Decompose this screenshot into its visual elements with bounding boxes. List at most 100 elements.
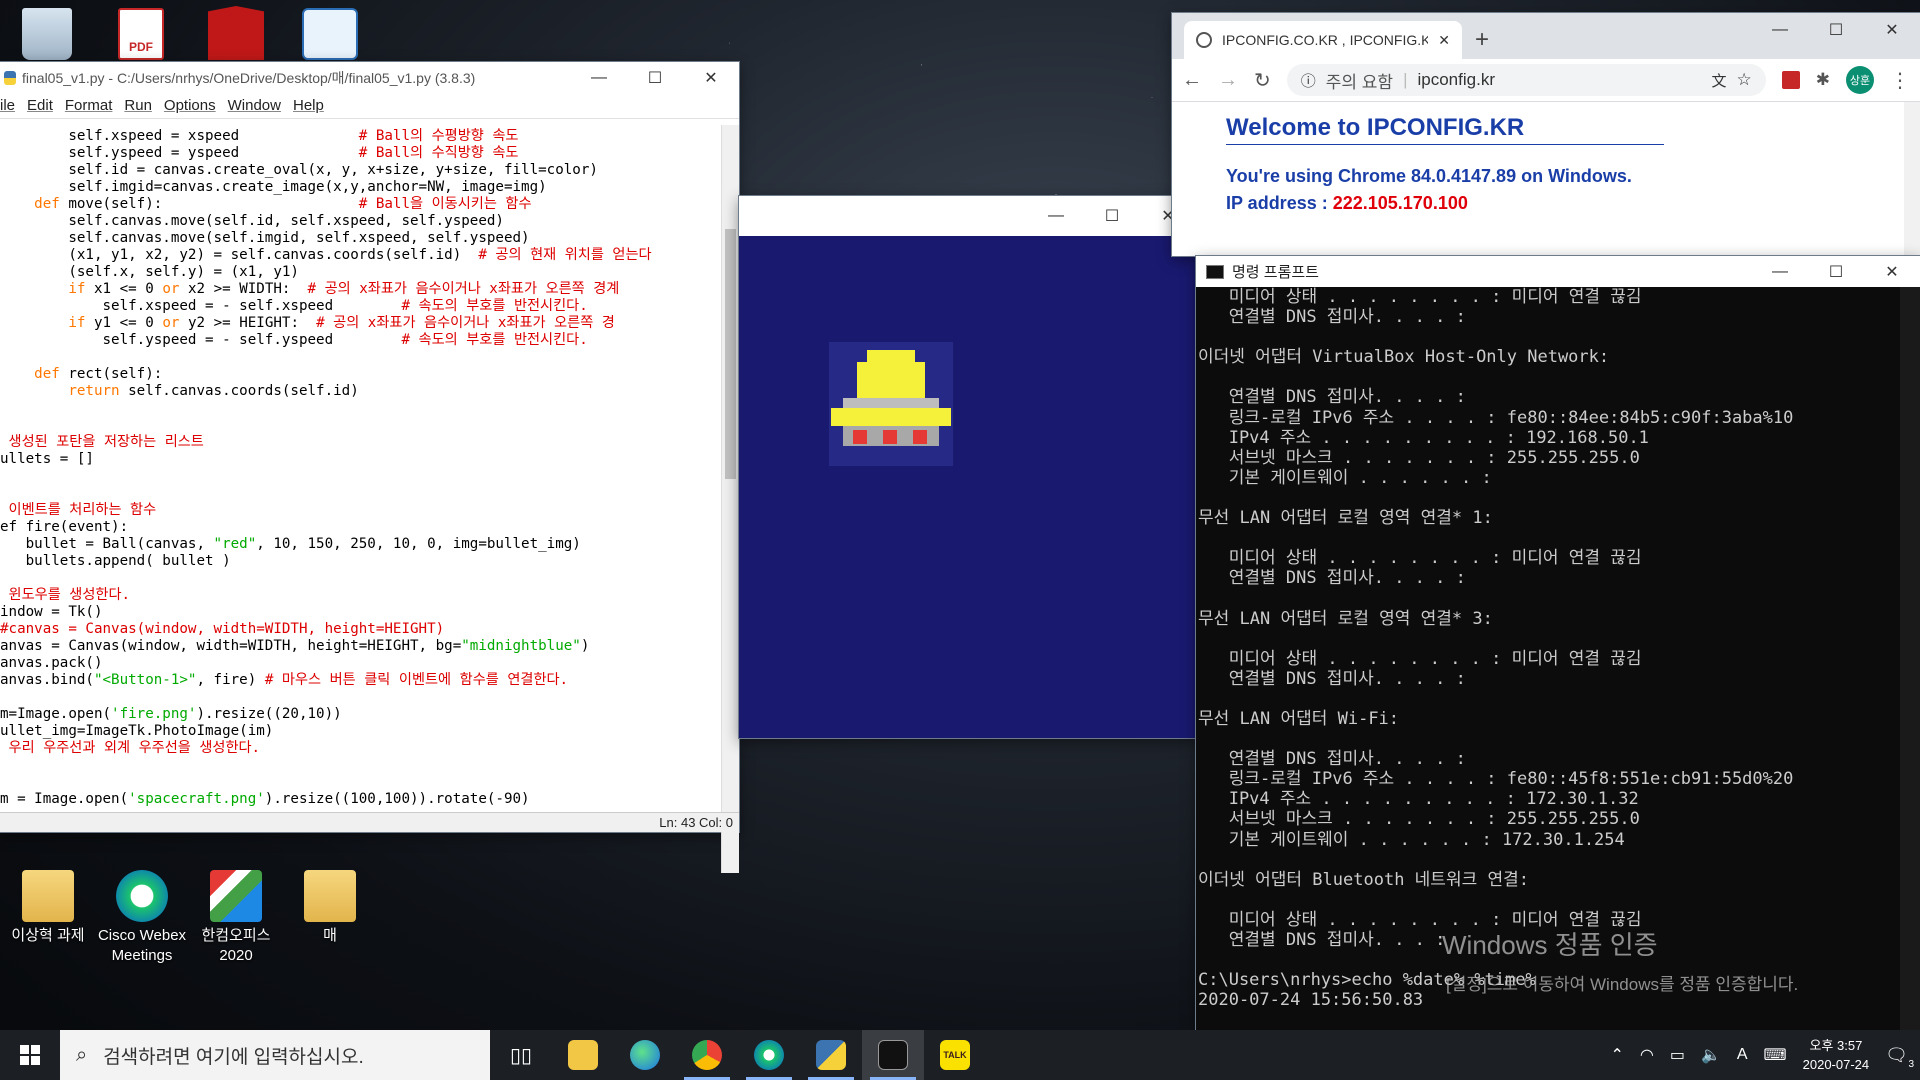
bookmark-star-icon[interactable]: ☆ [1737,70,1752,90]
clock[interactable]: 오후 3:57 2020-07-24 [1803,1036,1870,1074]
minimize-button[interactable]: — [1752,13,1808,47]
code-line: self.canvas.move(self.imgid, self.xspeed… [0,230,530,246]
code-line: self.yspeed = - self.yspeed # 속도의 부호를 반전… [0,332,588,348]
profile-avatar[interactable]: 상훈 [1846,66,1874,94]
console-output[interactable]: 미디어 상태 . . . . . . . . : 미디어 연결 끊김 연결별 D… [1196,287,1900,1030]
menu-run[interactable]: Run [124,97,152,114]
webex-taskbar-button[interactable] [738,1030,800,1080]
forward-icon[interactable]: → [1218,69,1238,92]
maximize-button[interactable]: ☐ [627,62,683,93]
reload-icon[interactable]: ↻ [1254,68,1271,93]
keyboard-icon[interactable]: ⌨ [1764,1045,1787,1065]
cmd-titlebar[interactable]: 명령 프롬프트 — ☐ ✕ [1196,256,1920,287]
scrollbar-thumb[interactable] [725,229,736,479]
battery-icon[interactable]: ▭ [1670,1045,1685,1065]
cmd-icon [878,1040,908,1070]
code-line: self.imgid=canvas.create_image(x,y,ancho… [0,179,547,195]
browser-name: Chrome 84.0.4147.89 [1337,166,1517,186]
python-icon [816,1040,846,1070]
tab-ipconfig[interactable]: IPCONFIG.CO.KR , IPCONFIG.KR ✕ [1184,21,1462,59]
tab-close-icon[interactable]: ✕ [1438,32,1450,49]
close-button[interactable]: ✕ [683,62,739,93]
minimize-button[interactable]: — [571,62,627,93]
ime-indicator[interactable]: A [1737,1046,1748,1064]
console-line: 연결별 DNS 접미사. . . . : [1198,668,1466,689]
notification-center-button[interactable]: 🗨 3 [1885,1045,1914,1070]
hancom-icon [210,870,262,922]
task-view-button[interactable]: ▯▯ [490,1030,552,1080]
chrome-taskbar-button[interactable] [676,1030,738,1080]
close-button[interactable]: ✕ [1864,13,1920,47]
console-line: 연결별 DNS 접미사. . . . : [1198,749,1466,770]
pdf-icon[interactable]: PDF [118,8,164,60]
maximize-button[interactable]: ☐ [1084,196,1140,236]
translate-icon[interactable]: 文 [1711,70,1726,91]
desktop-icon-webex[interactable]: Cisco Webex Meetings [96,870,188,966]
console-line: 미디어 상태 . . . . . . . . : 미디어 연결 끊김 [1198,648,1642,669]
menu-file[interactable]: ile [0,97,15,114]
chrome-window[interactable]: IPCONFIG.CO.KR , IPCONFIG.KR ✕ + — ☐ ✕ ←… [1172,13,1920,256]
menu-format[interactable]: Format [65,97,113,114]
new-tab-button[interactable]: + [1462,21,1502,59]
mcafee-icon[interactable] [208,6,264,60]
code-line: self.canvas.move(self.id, self.xspeed, s… [0,213,504,229]
desktop-icon-label: 한컴오피스 2020 [201,927,271,964]
game-canvas[interactable] [739,236,1196,738]
idle-editor-window[interactable]: final05_v1.py - C:/Users/nrhys/OneDrive/… [0,62,739,873]
menu-window[interactable]: Window [228,97,281,114]
edge-button[interactable] [614,1030,676,1080]
menu-help[interactable]: Help [293,97,324,114]
console-scrollbar[interactable] [1900,287,1920,1030]
file-explorer-button[interactable] [552,1030,614,1080]
activation-title: Windows 정품 인증 [1442,930,1658,960]
maximize-button[interactable]: ☐ [1808,13,1864,47]
console-line: IPv4 주소 . . . . . . . . . : 172.30.1.32 [1198,789,1639,810]
security-label: 주의 요함 [1325,72,1394,92]
tk-titlebar[interactable]: — ☐ ✕ [739,196,1196,236]
cmd-taskbar-button[interactable] [862,1030,924,1080]
extensions-icon[interactable]: ✱ [1816,70,1830,90]
desktop-icon-mae-folder[interactable]: 매 [284,870,376,946]
recycle-bin-icon[interactable] [22,8,72,60]
tab-title: IPCONFIG.CO.KR , IPCONFIG.KR [1222,32,1429,48]
search-icon: ⌕ [76,1043,88,1066]
chevron-up-icon[interactable]: ⌃ [1610,1045,1623,1065]
back-icon[interactable]: ← [1182,69,1202,92]
chrome-scrollbar[interactable] [1904,102,1920,256]
minimize-button[interactable]: — [1752,256,1808,287]
address-bar[interactable]: ⓘ 주의 요함 | ipconfig.kr 文 ☆ [1286,64,1766,96]
wifi-icon[interactable]: ◠ [1640,1045,1654,1065]
hancom-shortcut-icon[interactable] [302,8,358,60]
cmd-icon [1206,264,1224,279]
close-button[interactable]: ✕ [1864,256,1920,287]
console-line: 이더넷 어댑터 VirtualBox Host-Only Network: [1198,347,1610,368]
desktop-icon-homework-folder[interactable]: 이상혁 과제 [2,870,94,946]
python-taskbar-button[interactable] [800,1030,862,1080]
url-text[interactable]: ipconfig.kr [1418,70,1495,90]
cmd-window[interactable]: 명령 프롬프트 — ☐ ✕ 미디어 상태 . . . . . . . . : 미… [1196,256,1920,1030]
volume-icon[interactable]: 🔈 [1701,1045,1721,1065]
idle-titlebar[interactable]: final05_v1.py - C:/Users/nrhys/OneDrive/… [0,62,739,93]
menu-edit[interactable]: Edit [27,97,53,114]
menu-options[interactable]: Options [164,97,216,114]
maximize-button[interactable]: ☐ [1808,256,1864,287]
start-button[interactable] [0,1030,60,1080]
code-line: self.yspeed = yspeed # Ball의 수직방향 속도 [0,145,519,161]
kakaotalk-button[interactable]: TALK [924,1030,986,1080]
console-line: 서브넷 마스크 . . . . . . . : 255.255.255.0 [1198,447,1640,468]
folder-icon [568,1040,598,1070]
menu-dots-icon[interactable]: ⋮ [1890,68,1910,93]
tk-game-window[interactable]: — ☐ ✕ [739,196,1196,738]
minimize-button[interactable]: — [1028,196,1084,236]
editor-scrollbar[interactable] [721,125,739,873]
acrobat-extension-icon[interactable] [1781,71,1800,89]
desktop-icon-hancom[interactable]: 한컴오피스 2020 [190,870,282,966]
code-line: anvas.pack() [0,655,103,671]
console-line: 기본 게이트웨이 . . . . . . : [1198,467,1492,488]
code-editor[interactable]: self.xspeed = xspeed # Ball의 수평방향 속도 sel… [0,125,719,873]
taskbar-search[interactable]: ⌕ 검색하려면 여기에 입력하십시오. [60,1030,490,1080]
